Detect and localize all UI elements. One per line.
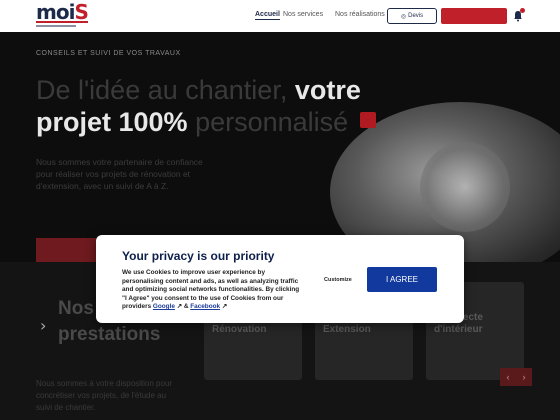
services-title-line2: prestations [58, 324, 161, 345]
notification-dot [520, 8, 525, 13]
agree-button-label: I AGREE [385, 275, 418, 284]
site-logo[interactable]: moiS [36, 0, 92, 30]
contact-button[interactable] [441, 8, 507, 24]
hero-title-bold1: votre [294, 75, 361, 105]
cookie-dialog-title: Your privacy is our priority [122, 249, 275, 263]
chevron-right-icon[interactable]: › [40, 316, 46, 335]
cookie-dialog-text: We use Cookies to improve user experienc… [122, 269, 302, 312]
logo-stripe [36, 21, 88, 23]
agree-button[interactable]: I AGREE [367, 267, 437, 292]
customize-button[interactable]: Customize [324, 277, 352, 283]
quote-button-label: Devis [408, 13, 424, 19]
external-link-icon: ↗ [174, 303, 183, 310]
hero-title-bold2: projet 100% [36, 107, 188, 137]
carousel-next-button[interactable]: › [516, 368, 532, 386]
quote-icon: ◎ [400, 13, 407, 20]
hero-image-highlight [420, 142, 510, 232]
nav-home[interactable]: Accueil [255, 11, 280, 20]
hero-description: Nous sommes votre partenaire de confianc… [36, 157, 203, 191]
hero-eyebrow: CONSEILS ET SUIVI DE VOS TRAVAUX [36, 50, 181, 57]
google-link[interactable]: Google [153, 303, 175, 310]
services-description: Nous sommes à votre disposition pour con… [36, 379, 173, 412]
site-header: moiS Accueil Nos services Nos réalisatio… [0, 0, 560, 32]
cookie-text-and: & [182, 303, 191, 310]
nav-realisations[interactable]: Nos réalisations [335, 11, 385, 18]
hero-section [0, 32, 560, 262]
carousel-prev-button[interactable]: ‹ [500, 368, 516, 386]
hero-title-part2: personnalisé [187, 107, 349, 137]
hero-title-part1: De l'idée au chantier, [36, 75, 295, 105]
logo-stripe-secondary [36, 25, 76, 27]
cookie-consent-dialog: Your privacy is our priority We use Cook… [96, 235, 464, 323]
service-card-label: Extension [323, 324, 371, 335]
external-link-icon: ↗ [220, 303, 228, 310]
service-card-label: Rénovation [212, 324, 267, 335]
arrow-right-icon: › [522, 372, 526, 382]
hero-title: De l'idée au chantier, votre projet 100% … [36, 74, 416, 138]
facebook-link[interactable]: Facebook [190, 303, 220, 310]
quote-button[interactable]: ◎ Devis [387, 8, 437, 24]
hero-cta-button[interactable] [36, 238, 96, 262]
nav-services[interactable]: Nos services [283, 11, 323, 18]
arrow-left-icon: ‹ [506, 372, 510, 382]
services-title-line1: Nos [58, 298, 94, 319]
